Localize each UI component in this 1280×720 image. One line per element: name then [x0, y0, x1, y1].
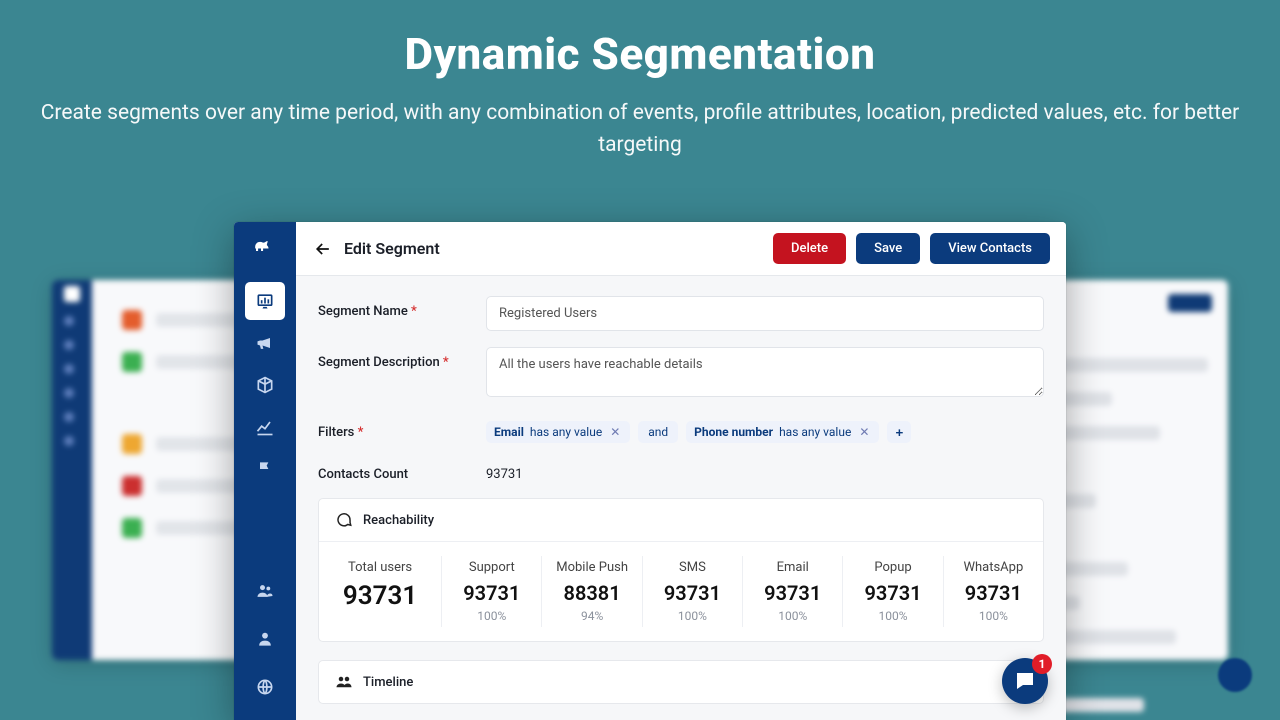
chat-badge: 1 [1032, 654, 1052, 674]
reach-channel-popup: Popup93731100% [843, 556, 943, 627]
sidebar-item-dashboard[interactable] [245, 282, 285, 320]
topbar: Edit Segment Delete Save View Contacts [296, 222, 1066, 276]
sidebar-item-campaigns[interactable] [245, 324, 285, 362]
segment-name-input[interactable] [486, 296, 1044, 331]
remove-filter-icon[interactable]: ✕ [608, 425, 622, 439]
megaphone-icon [255, 333, 275, 353]
chat-launcher[interactable]: 1 [1002, 658, 1048, 704]
chat-icon [335, 511, 353, 529]
segment-name-label: Segment Name * [318, 296, 486, 331]
logo-icon [251, 236, 279, 264]
sidebar-nav [234, 282, 296, 488]
box-icon [255, 375, 275, 395]
contacts-count-label: Contacts Count [318, 459, 486, 482]
reachability-title: Reachability [363, 513, 434, 528]
sidebar-item-globe[interactable] [245, 668, 285, 706]
sidebar-item-automation[interactable] [245, 450, 285, 488]
reach-channel-mobile-push: Mobile Push8838194% [542, 556, 642, 627]
filters-label: Filters * [318, 417, 486, 443]
reach-channel-whatsapp: WhatsApp93731100% [944, 556, 1043, 627]
sidebar-item-segments[interactable] [245, 366, 285, 404]
analytics-icon [255, 417, 275, 437]
globe-icon [255, 677, 275, 697]
add-filter-button[interactable]: + [887, 421, 911, 443]
hero-subtitle: Create segments over any time period, wi… [0, 98, 1280, 161]
reachability-card: Reachability Total users 93731Support9373… [318, 498, 1044, 642]
people-icon [335, 673, 353, 691]
filter-chip-phone[interactable]: Phone number has any value ✕ [686, 421, 879, 443]
page-title: Edit Segment [344, 239, 773, 258]
timeline-card: Timeline [318, 660, 1044, 704]
filter-operator-and[interactable]: and [638, 421, 678, 443]
reach-channel-sms: SMS93731100% [643, 556, 743, 627]
reach-total-value: 93731 [323, 581, 437, 611]
save-button[interactable]: Save [856, 233, 920, 264]
hero-title: Dynamic Segmentation [0, 28, 1280, 80]
filter-row: Email has any value ✕ and Phone number h… [486, 417, 1044, 443]
user-icon [255, 629, 275, 649]
sidebar-item-analytics[interactable] [245, 408, 285, 446]
flag-icon [255, 459, 275, 479]
delete-button[interactable]: Delete [773, 233, 846, 264]
segment-desc-label: Segment Description * [318, 347, 486, 401]
arrow-left-icon [313, 239, 333, 259]
chat-bubble-icon [1013, 669, 1037, 693]
view-contacts-button[interactable]: View Contacts [930, 233, 1050, 264]
sidebar-item-profile[interactable] [245, 620, 285, 658]
reach-total: Total users 93731 [319, 556, 442, 627]
sidebar-item-team[interactable] [245, 572, 285, 610]
app-window: Edit Segment Delete Save View Contacts S… [234, 222, 1066, 720]
reach-channel-support: Support93731100% [442, 556, 542, 627]
filter-chip-email[interactable]: Email has any value ✕ [486, 421, 630, 443]
segment-desc-input[interactable] [486, 347, 1044, 397]
back-button[interactable] [312, 238, 334, 260]
reach-channel-email: Email93731100% [743, 556, 843, 627]
sidebar [234, 222, 296, 720]
contacts-count-value: 93731 [486, 459, 1044, 482]
main-panel: Edit Segment Delete Save View Contacts S… [296, 222, 1066, 720]
hero: Dynamic Segmentation Create segments ove… [0, 0, 1280, 161]
team-icon [255, 581, 275, 601]
remove-filter-icon[interactable]: ✕ [857, 425, 871, 439]
bg-chat-icon [1218, 658, 1252, 692]
timeline-title: Timeline [363, 675, 413, 690]
dashboard-icon [255, 291, 275, 311]
content: Segment Name * Segment Description * Fil… [296, 276, 1066, 704]
reach-total-label: Total users [323, 560, 437, 575]
